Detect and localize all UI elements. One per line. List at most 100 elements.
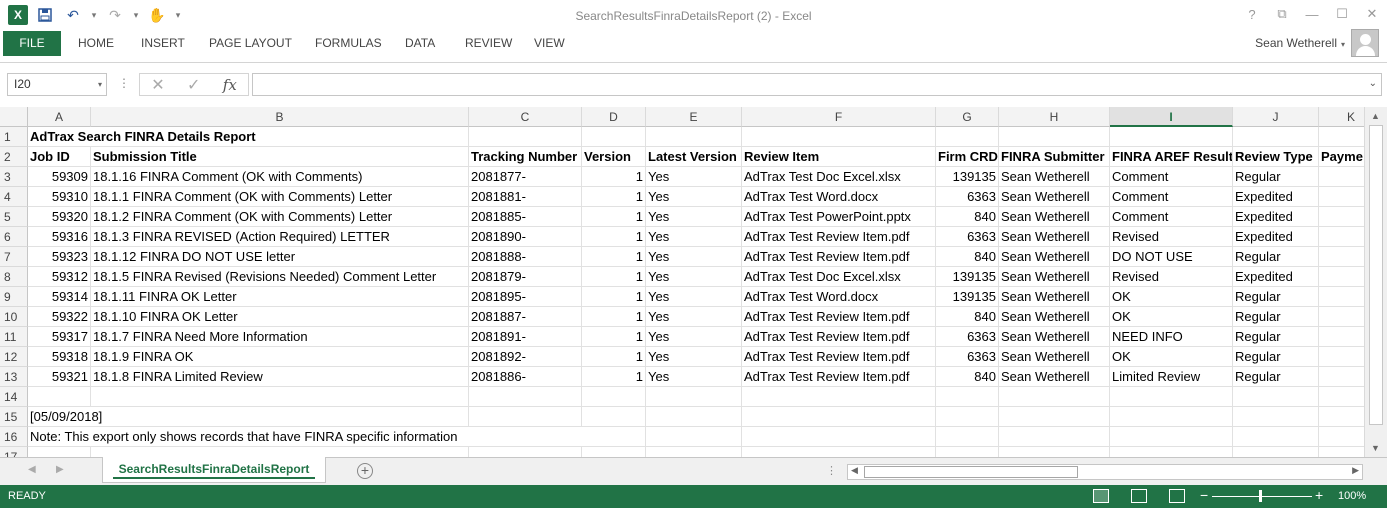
table-cell[interactable]: Yes	[646, 347, 742, 367]
table-cell[interactable]: 1	[582, 227, 646, 247]
grid-cell[interactable]	[1319, 367, 1364, 387]
table-cell[interactable]: 1	[582, 207, 646, 227]
column-header-g[interactable]: G	[936, 107, 999, 127]
row-header[interactable]: 8	[0, 267, 28, 287]
grid-cell[interactable]	[582, 407, 646, 427]
row-header[interactable]: 11	[0, 327, 28, 347]
report-title[interactable]: AdTrax Search FINRA Details Report	[28, 127, 468, 147]
row-header[interactable]: 6	[0, 227, 28, 247]
table-cell[interactable]: 2081887-	[469, 307, 582, 327]
help-icon[interactable]: ?	[1237, 4, 1267, 24]
table-cell[interactable]: Yes	[646, 247, 742, 267]
scroll-up-icon[interactable]: ▲	[1371, 111, 1380, 121]
column-header-f[interactable]: F	[742, 107, 936, 127]
enter-icon[interactable]: ✓	[187, 75, 200, 95]
grid-cell[interactable]	[646, 427, 742, 447]
grid-cell[interactable]	[742, 127, 936, 147]
row-header[interactable]: 13	[0, 367, 28, 387]
grid-cell[interactable]	[646, 407, 742, 427]
table-cell[interactable]: Sean Wetherell	[999, 347, 1110, 367]
table-cell[interactable]: Comment	[1110, 207, 1233, 227]
table-cell[interactable]: 18.1.10 FINRA OK Letter	[91, 307, 469, 327]
table-cell[interactable]: AdTrax Test Review Item.pdf	[742, 327, 936, 347]
table-cell[interactable]: Yes	[646, 267, 742, 287]
table-cell[interactable]: Regular	[1233, 327, 1319, 347]
maximize-icon[interactable]: ☐	[1327, 4, 1357, 24]
row-header[interactable]: 15	[0, 407, 28, 427]
grid-cell[interactable]	[646, 447, 742, 457]
minimize-icon[interactable]: —	[1297, 4, 1327, 24]
grid-cell[interactable]	[999, 127, 1110, 147]
table-header-cell[interactable]: Review Type	[1233, 147, 1319, 167]
table-cell[interactable]: AdTrax Test Doc Excel.xlsx	[742, 267, 936, 287]
grid-cell[interactable]	[91, 447, 469, 457]
grid-cell[interactable]	[742, 387, 936, 407]
table-cell[interactable]: 139135	[936, 287, 999, 307]
tab-review[interactable]: REVIEW	[465, 31, 512, 56]
grid-cell[interactable]	[469, 407, 582, 427]
table-cell[interactable]: Regular	[1233, 247, 1319, 267]
grid-cell[interactable]	[999, 407, 1110, 427]
table-cell[interactable]: Sean Wetherell	[999, 307, 1110, 327]
table-header-cell[interactable]: Version	[582, 147, 646, 167]
table-cell[interactable]: Regular	[1233, 347, 1319, 367]
table-cell[interactable]: Revised	[1110, 227, 1233, 247]
row-header[interactable]: 2	[0, 147, 28, 167]
table-cell[interactable]: AdTrax Test Review Item.pdf	[742, 367, 936, 387]
zoom-slider-thumb[interactable]	[1259, 490, 1262, 502]
table-cell[interactable]: 59314	[28, 287, 91, 307]
table-cell[interactable]: 1	[582, 267, 646, 287]
grid-cell[interactable]	[1319, 187, 1364, 207]
horizontal-scroll-thumb[interactable]	[864, 466, 1078, 478]
grid-cell[interactable]	[1110, 447, 1233, 457]
table-cell[interactable]: 59317	[28, 327, 91, 347]
table-cell[interactable]: 6363	[936, 347, 999, 367]
grid-cell[interactable]	[91, 407, 469, 427]
table-cell[interactable]: 2081890-	[469, 227, 582, 247]
table-cell[interactable]: Yes	[646, 187, 742, 207]
column-header-j[interactable]: J	[1233, 107, 1319, 127]
table-cell[interactable]: 1	[582, 367, 646, 387]
table-cell[interactable]: 18.1.1 FINRA Comment (OK with Comments) …	[91, 187, 469, 207]
column-header-a[interactable]: A	[28, 107, 91, 127]
column-header-b[interactable]: B	[91, 107, 469, 127]
table-cell[interactable]: OK	[1110, 347, 1233, 367]
insert-function-icon[interactable]: fx	[223, 76, 237, 94]
name-box-dropdown-icon[interactable]: ▾	[98, 74, 102, 95]
grid-cell[interactable]	[1319, 427, 1364, 447]
table-cell[interactable]: 2081877-	[469, 167, 582, 187]
tab-insert[interactable]: INSERT	[141, 31, 185, 56]
table-cell[interactable]: 18.1.2 FINRA Comment (OK with Comments) …	[91, 207, 469, 227]
grid-cell[interactable]	[469, 127, 582, 147]
horizontal-scrollbar[interactable]: ◀ ▶	[847, 464, 1363, 480]
grid-cell[interactable]	[1233, 427, 1319, 447]
grid-cell[interactable]	[936, 427, 999, 447]
cancel-icon[interactable]: ✕	[151, 75, 164, 95]
tab-split-grip-icon[interactable]: ⋮	[826, 464, 837, 477]
grid-cell[interactable]	[1319, 447, 1364, 457]
table-cell[interactable]: 2081886-	[469, 367, 582, 387]
row-header[interactable]: 5	[0, 207, 28, 227]
zoom-level[interactable]: 100%	[1338, 490, 1366, 502]
table-cell[interactable]: Sean Wetherell	[999, 327, 1110, 347]
grid-cell[interactable]	[936, 407, 999, 427]
scroll-right-icon[interactable]: ▶	[1352, 465, 1359, 476]
grid-cell[interactable]	[1319, 307, 1364, 327]
grid-cell[interactable]	[999, 427, 1110, 447]
table-cell[interactable]: 18.1.12 FINRA DO NOT USE letter	[91, 247, 469, 267]
grid-cell[interactable]	[1110, 427, 1233, 447]
normal-view-icon[interactable]	[1093, 489, 1109, 503]
table-header-cell[interactable]: FINRA Submitter	[999, 147, 1110, 167]
table-cell[interactable]: Sean Wetherell	[999, 287, 1110, 307]
table-cell[interactable]: 6363	[936, 227, 999, 247]
column-header-e[interactable]: E	[646, 107, 742, 127]
table-cell[interactable]: Yes	[646, 367, 742, 387]
table-cell[interactable]: Expedited	[1233, 187, 1319, 207]
table-cell[interactable]: 59309	[28, 167, 91, 187]
row-header[interactable]: 16	[0, 427, 28, 447]
row-header[interactable]: 17	[0, 447, 28, 457]
table-cell[interactable]: Comment	[1110, 167, 1233, 187]
table-cell[interactable]: OK	[1110, 287, 1233, 307]
expand-formula-bar-icon[interactable]: ⌄	[1369, 78, 1377, 89]
table-cell[interactable]: 1	[582, 347, 646, 367]
